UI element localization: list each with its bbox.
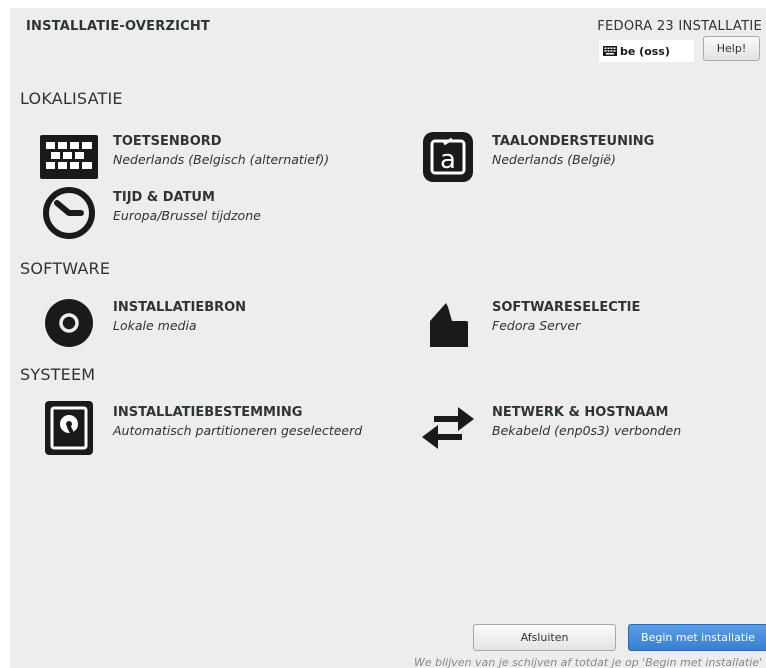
harddisk-icon [39, 400, 99, 456]
spoke-destination-title: INSTALLATIEBESTEMMING [113, 405, 303, 420]
spoke-destination-status: Automatisch partitioneren geselecteerd [113, 423, 363, 438]
spoke-language-status: Nederlands (België) [492, 152, 616, 167]
spoke-datetime[interactable]: TIJD & DATUM Europa/Brussel tijdzone [39, 185, 379, 241]
spoke-network-title: NETWERK & HOSTNAAM [492, 405, 669, 420]
spoke-network-status: Bekabeld (enp0s3) verbonden [492, 423, 682, 438]
keyboard-small-icon [603, 46, 617, 56]
spoke-installation-destination[interactable]: INSTALLATIEBESTEMMING Automatisch partit… [39, 400, 379, 456]
section-system-title: SYSTEEM [20, 365, 96, 384]
keyboard-layout-indicator[interactable]: be (oss) [599, 40, 694, 62]
section-localization-title: LOKALISATIE [20, 89, 123, 108]
language-icon: a [418, 129, 478, 185]
quit-button[interactable]: Afsluiten [473, 624, 616, 651]
svg-text:a: a [440, 145, 456, 175]
spoke-datetime-title: TIJD & DATUM [113, 190, 215, 205]
spoke-keyboard-status: Nederlands (Belgisch (alternatief)) [113, 152, 330, 167]
spoke-software-selection[interactable]: SOFTWARESELECTIE Fedora Server [418, 295, 758, 351]
spoke-software-title: SOFTWARESELECTIE [492, 300, 641, 315]
installation-warning-text: We blijven van je schijven af totdat je … [414, 656, 766, 668]
section-software-title: SOFTWARE [20, 259, 111, 278]
package-icon [418, 295, 478, 351]
begin-installation-button[interactable]: Begin met installatie [628, 624, 766, 651]
spoke-keyboard-title: TOETSENBORD [113, 134, 222, 149]
clock-icon [39, 185, 99, 241]
disc-icon [39, 295, 99, 351]
spoke-installation-source[interactable]: INSTALLATIEBRON Lokale media [39, 295, 379, 351]
product-title: FEDORA 23 INSTALLATIE [597, 19, 762, 34]
spoke-keyboard[interactable]: TOETSENBORD Nederlands (Belgisch (altern… [39, 129, 379, 185]
keyboard-icon [39, 129, 99, 185]
installation-summary-window: INSTALLATIE-OVERZICHT FEDORA 23 INSTALLA… [10, 8, 766, 668]
spoke-datetime-status: Europa/Brussel tijdzone [113, 208, 261, 223]
keyboard-layout-label: be (oss) [620, 44, 670, 58]
spoke-language-title: TAALONDERSTEUNING [492, 134, 655, 149]
spoke-source-title: INSTALLATIEBRON [113, 300, 247, 315]
help-button[interactable]: Help! [703, 36, 760, 61]
spoke-software-status: Fedora Server [492, 318, 581, 333]
network-arrows-icon [418, 400, 478, 456]
spoke-source-status: Lokale media [113, 318, 197, 333]
spoke-language-support[interactable]: a TAALONDERSTEUNING Nederlands (België) [418, 129, 758, 185]
spoke-network-hostname[interactable]: NETWERK & HOSTNAAM Bekabeld (enp0s3) ver… [418, 400, 758, 456]
page-title: INSTALLATIE-OVERZICHT [26, 19, 211, 34]
